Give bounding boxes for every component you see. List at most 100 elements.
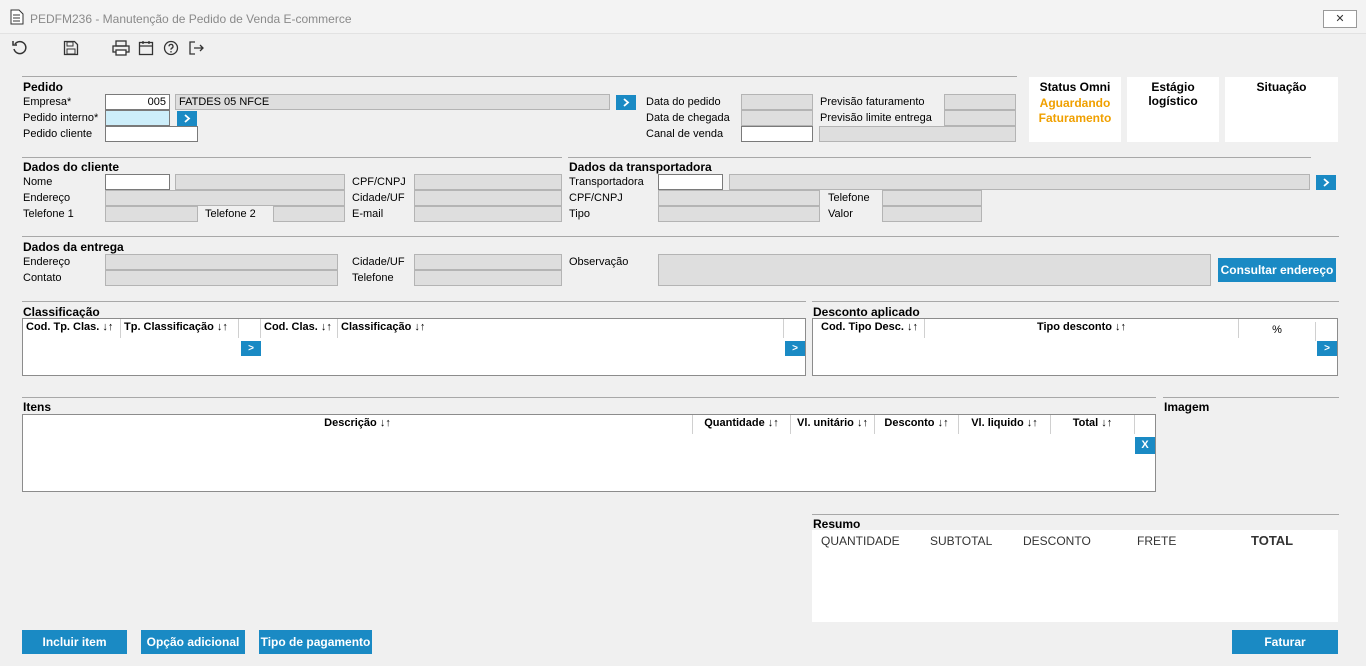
cliente-title: Dados do cliente bbox=[23, 160, 120, 174]
cliente-endereco-field bbox=[105, 190, 345, 206]
data-chegada-label: Data de chegada bbox=[646, 112, 730, 124]
tipo-pagamento-button[interactable]: Tipo de pagamento bbox=[259, 630, 372, 654]
print-button[interactable] bbox=[111, 38, 131, 58]
entrega-observacao-label: Observação bbox=[569, 256, 629, 268]
col-cod-clas[interactable]: Cod. Clas. ↓↑ bbox=[261, 319, 338, 338]
pedido-divider bbox=[22, 76, 1017, 77]
desconto-divider bbox=[812, 301, 1339, 302]
pedido-interno-lookup-button[interactable] bbox=[177, 111, 197, 126]
classificacao-tp-go-button[interactable]: > bbox=[241, 341, 261, 356]
col-total[interactable]: Total ↓↑ bbox=[1051, 415, 1135, 434]
empresa-name-field: FATDES 05 NFCE bbox=[175, 94, 610, 110]
desconto-grid: Cod. Tipo Desc. ↓↑ Tipo desconto ↓↑ % > bbox=[812, 318, 1338, 376]
itens-remove-button[interactable]: X bbox=[1135, 437, 1155, 454]
previsao-limite-label: Previsão limite entrega bbox=[820, 112, 932, 124]
itens-divider bbox=[22, 397, 1156, 398]
itens-title: Itens bbox=[23, 400, 52, 414]
col-spacer bbox=[239, 319, 261, 338]
entrega-endereco-field bbox=[105, 254, 338, 270]
classificacao-grid: Cod. Tp. Clas. ↓↑ Tp. Classificação ↓↑ C… bbox=[22, 318, 806, 376]
desconto-go-button[interactable]: > bbox=[1317, 341, 1337, 356]
transportadora-valor-label: Valor bbox=[828, 208, 853, 220]
cliente-cidade-label: Cidade/UF bbox=[352, 192, 405, 204]
help-button[interactable] bbox=[161, 38, 181, 58]
data-pedido-label: Data do pedido bbox=[646, 96, 721, 108]
entrega-divider bbox=[22, 236, 1339, 237]
pedido-interno-input[interactable] bbox=[105, 110, 170, 126]
classificacao-title: Classificação bbox=[23, 305, 100, 319]
imagem-divider bbox=[1163, 397, 1339, 398]
col-vl-liquido[interactable]: Vl. liquido ↓↑ bbox=[959, 415, 1051, 434]
refresh-button[interactable] bbox=[10, 38, 30, 58]
resumo-quantidade-label: QUANTIDADE bbox=[821, 534, 900, 548]
entrega-cidade-label: Cidade/UF bbox=[352, 256, 405, 268]
classificacao-divider bbox=[22, 301, 806, 302]
cliente-email-field bbox=[414, 206, 562, 222]
faturar-button[interactable]: Faturar bbox=[1232, 630, 1338, 654]
help-icon bbox=[163, 40, 179, 56]
previsao-limite-field bbox=[944, 110, 1016, 126]
col-cod-tp-clas[interactable]: Cod. Tp. Clas. ↓↑ bbox=[23, 319, 121, 338]
transportadora-tipo-field bbox=[658, 206, 820, 222]
transportadora-valor-field bbox=[882, 206, 982, 222]
cliente-nome-desc-field bbox=[175, 174, 345, 190]
empresa-label: Empresa* bbox=[23, 96, 72, 108]
col-cod-tipo-desc[interactable]: Cod. Tipo Desc. ↓↑ bbox=[813, 319, 925, 338]
status-omni-panel: Status Omni Aguardando Faturamento bbox=[1029, 77, 1121, 142]
situacao-panel: Situação bbox=[1225, 77, 1338, 142]
entrega-observacao-field bbox=[658, 254, 1211, 286]
exit-icon bbox=[189, 41, 204, 55]
empresa-lookup-button[interactable] bbox=[616, 95, 636, 110]
transportadora-cpf-label: CPF/CNPJ bbox=[569, 192, 623, 204]
canal-venda-input[interactable] bbox=[741, 126, 813, 142]
chevron-right-icon bbox=[623, 98, 630, 107]
empresa-code-input[interactable]: 005 bbox=[105, 94, 170, 110]
col-descricao[interactable]: Descrição ↓↑ bbox=[23, 415, 693, 434]
transportadora-input[interactable] bbox=[658, 174, 723, 190]
itens-grid: Descrição ↓↑ Quantidade ↓↑ Vl. unitário … bbox=[22, 414, 1156, 492]
cliente-telefone1-label: Telefone 1 bbox=[23, 208, 74, 220]
data-pedido-field bbox=[741, 94, 813, 110]
entrega-telefone-label: Telefone bbox=[352, 272, 394, 284]
entrega-telefone-field bbox=[414, 270, 562, 286]
pedido-interno-label: Pedido interno* bbox=[23, 112, 99, 124]
transportadora-telefone-label: Telefone bbox=[828, 192, 870, 204]
estagio-logistico-title: Estágio logístico bbox=[1148, 80, 1198, 108]
chevron-right-icon bbox=[184, 114, 191, 123]
transportadora-lookup-button[interactable] bbox=[1316, 175, 1336, 190]
entrega-endereco-label: Endereço bbox=[23, 256, 71, 268]
estagio-logistico-panel: Estágio logístico bbox=[1127, 77, 1219, 142]
situacao-title: Situação bbox=[1256, 80, 1307, 94]
cliente-nome-label: Nome bbox=[23, 176, 53, 188]
resumo-total-label: TOTAL bbox=[1251, 533, 1294, 548]
col-quantidade[interactable]: Quantidade ↓↑ bbox=[693, 415, 791, 434]
cliente-telefone2-label: Telefone 2 bbox=[205, 208, 256, 220]
data-chegada-field bbox=[741, 110, 813, 126]
pedido-cliente-input[interactable] bbox=[105, 126, 198, 142]
calendar-button[interactable] bbox=[136, 38, 156, 58]
entrega-contato-field bbox=[105, 270, 338, 286]
status-omni-value-line2: Faturamento bbox=[1038, 111, 1112, 125]
transportadora-title: Dados da transportadora bbox=[569, 160, 712, 174]
cliente-nome-input[interactable] bbox=[105, 174, 170, 190]
col-tipo-desconto[interactable]: Tipo desconto ↓↑ bbox=[925, 319, 1239, 338]
pedido-cliente-label: Pedido cliente bbox=[23, 128, 93, 140]
resumo-title: Resumo bbox=[813, 517, 861, 531]
col-percent[interactable]: % bbox=[1239, 322, 1316, 341]
classificacao-go-button[interactable]: > bbox=[785, 341, 805, 356]
col-desconto[interactable]: Desconto ↓↑ bbox=[875, 415, 959, 434]
save-button[interactable] bbox=[61, 38, 81, 58]
desconto-title: Desconto aplicado bbox=[813, 305, 920, 319]
canal-venda-label: Canal de venda bbox=[646, 128, 724, 140]
transportadora-cpf-field bbox=[658, 190, 820, 206]
col-tp-classificacao[interactable]: Tp. Classificação ↓↑ bbox=[121, 319, 239, 338]
exit-button[interactable] bbox=[186, 38, 206, 58]
opcao-adicional-button[interactable]: Opção adicional bbox=[141, 630, 245, 654]
consultar-endereco-button[interactable]: Consultar endereço bbox=[1218, 258, 1336, 282]
close-button[interactable]: ✕ bbox=[1323, 10, 1357, 28]
window-title: PEDFM236 - Manutenção de Pedido de Venda… bbox=[30, 12, 352, 26]
col-classificacao[interactable]: Classificação ↓↑ bbox=[338, 319, 784, 338]
chevron-right-icon bbox=[1323, 178, 1330, 187]
col-vl-unitario[interactable]: Vl. unitário ↓↑ bbox=[791, 415, 875, 434]
incluir-item-button[interactable]: Incluir item bbox=[22, 630, 127, 654]
